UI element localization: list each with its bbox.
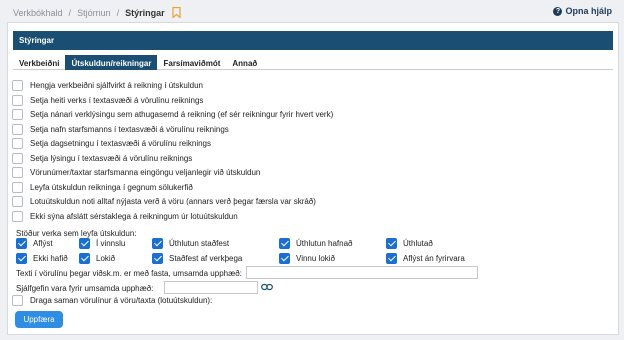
update-button[interactable]: Uppfæra [15,311,63,328]
option-row[interactable]: Vörunúmer/taxtar starfsmanna eingöngu ve… [12,166,260,178]
breadcrumb-current: Stýringar [125,7,165,18]
option-label: Setja lýsingu í textasvæði á vörulínu re… [30,153,193,163]
option-checkbox[interactable] [12,166,23,178]
status-option[interactable]: Úthlutun hafnað [279,237,353,249]
tab-bar: Verkbeiðni Útskuldun/reikningar Farsímav… [13,55,613,70]
breadcrumb-separator: / [116,7,120,18]
option-label: Vörunúmer/taxtar starfsmanna eingöngu ve… [30,167,261,177]
status-label: Úthlutun staðfest [169,238,230,248]
option-row[interactable]: Leyfa útskuldun reikninga í gegnum söluk… [12,181,193,193]
option-label: Setja heiti verks í textasvæði á vörulín… [30,95,204,105]
option-label: Hengja verkbeiðni sjálfvirkt á reikning … [30,80,203,90]
status-label: Lokið [96,253,116,263]
status-checkbox[interactable] [152,237,163,249]
tab-farsimavidmot[interactable]: Farsímaviðmót [157,55,226,70]
status-option[interactable]: Í vinnslu [79,237,125,249]
top-bar: Verkbókhald / Stjórnun / Stýringar ? Opn… [0,0,624,24]
status-label: Aflýst [33,238,53,248]
default-product-label: Sjálfgefin vara fyrir umsamda upphæð: [16,284,154,293]
status-label: Aflýst án fyrirvara [403,253,465,263]
option-row[interactable]: Setja nánari verklýsingu sem athugasemd … [12,108,333,120]
status-option[interactable]: Aflýst [16,237,53,249]
status-label: Ekki hafið [33,253,68,263]
status-checkbox[interactable] [279,252,290,264]
option-row[interactable]: Hengja verkbeiðni sjálfvirkt á reikning … [12,79,203,91]
status-option[interactable]: Vinnu lokið [279,252,335,264]
option-label: Lotuútskuldun noti alltaf nýjasta verð á… [30,196,316,206]
open-help-link[interactable]: ? Opna hjálp [553,6,612,16]
status-option[interactable]: Úthlutað [386,237,433,249]
help-label: Opna hjálp [565,6,612,16]
tab-verkbeidni[interactable]: Verkbeiðni [13,55,65,70]
option-label: Setja dagsetningu í textasvæði á vörulín… [30,138,211,148]
status-label: Staðfest af verkþega [169,253,243,263]
option-checkbox[interactable] [12,195,23,207]
status-label: Úthlutað [403,238,433,248]
bookmark-icon[interactable] [172,7,181,18]
merge-lines-label: Draga saman vörulínur á vöru/taxta (lotu… [30,295,213,305]
status-checkbox[interactable] [386,252,397,264]
breadcrumb-item-stjornun[interactable]: Stjórnun [77,8,111,18]
option-checkbox[interactable] [12,181,23,193]
option-row[interactable]: Setja nafn starfsmanns í textasvæði á vö… [12,123,229,135]
tab-utskuldun-reikningar[interactable]: Útskuldun/reikningar [65,55,158,70]
link-icon[interactable] [261,283,273,291]
option-row[interactable]: Lotuútskuldun noti alltaf nýjasta verð á… [12,195,316,207]
fixed-text-label: Texti í vörulínu þegar viðsk.m. er með f… [16,269,242,278]
status-option[interactable]: Staðfest af verkþega [152,252,242,264]
status-checkbox[interactable] [79,252,90,264]
panel-title: Stýringar [13,31,613,50]
option-label: Setja nafn starfsmanns í textasvæði á vö… [30,124,229,134]
question-icon: ? [553,6,563,16]
option-row[interactable]: Ekki sýna afslátt sérstaklega á reikning… [12,210,238,222]
status-checkbox[interactable] [386,237,397,249]
status-checkbox[interactable] [152,252,163,264]
option-label: Leyfa útskuldun reikninga í gegnum söluk… [30,182,193,192]
status-label: Úthlutun hafnað [296,238,353,248]
breadcrumb-separator: / [68,7,72,18]
status-option[interactable]: Lokið [79,252,115,264]
tab-annad[interactable]: Annað [226,55,263,70]
option-label: Setja nánari verklýsingu sem athugasemd … [30,109,334,119]
status-option[interactable]: Úthlutun staðfest [152,237,229,249]
settings-panel: Stýringar Verkbeiðni Útskuldun/reikninga… [7,22,619,335]
default-product-input[interactable] [164,281,258,294]
merge-lines-option[interactable]: Draga saman vörulínur á vöru/taxta (lotu… [12,294,212,306]
status-checkbox[interactable] [279,237,290,249]
option-checkbox[interactable] [12,210,23,222]
status-option[interactable]: Aflýst án fyrirvara [386,252,465,264]
option-label: Ekki sýna afslátt sérstaklega á reikning… [30,211,238,221]
status-checkbox[interactable] [79,237,90,249]
status-checkbox[interactable] [16,237,27,249]
status-checkbox[interactable] [16,252,27,264]
option-checkbox[interactable] [12,94,23,106]
breadcrumb-item-verkbokhald[interactable]: Verkbókhald [13,8,63,18]
fixed-text-input[interactable] [246,266,478,279]
status-option[interactable]: Ekki hafið [16,252,68,264]
option-checkbox[interactable] [12,152,23,164]
breadcrumb: Verkbókhald / Stjórnun / Stýringar [13,7,181,18]
option-row[interactable]: Setja dagsetningu í textasvæði á vörulín… [12,137,211,149]
option-row[interactable]: Setja lýsingu í textasvæði á vörulínu re… [12,152,192,164]
option-checkbox[interactable] [12,123,23,135]
status-label: Vinnu lokið [296,253,335,263]
merge-lines-checkbox[interactable] [12,294,23,306]
option-checkbox[interactable] [12,79,23,91]
option-checkbox[interactable] [12,108,23,120]
status-label: Í vinnslu [96,238,126,248]
option-checkbox[interactable] [12,137,23,149]
option-row[interactable]: Setja heiti verks í textasvæði á vörulín… [12,94,203,106]
